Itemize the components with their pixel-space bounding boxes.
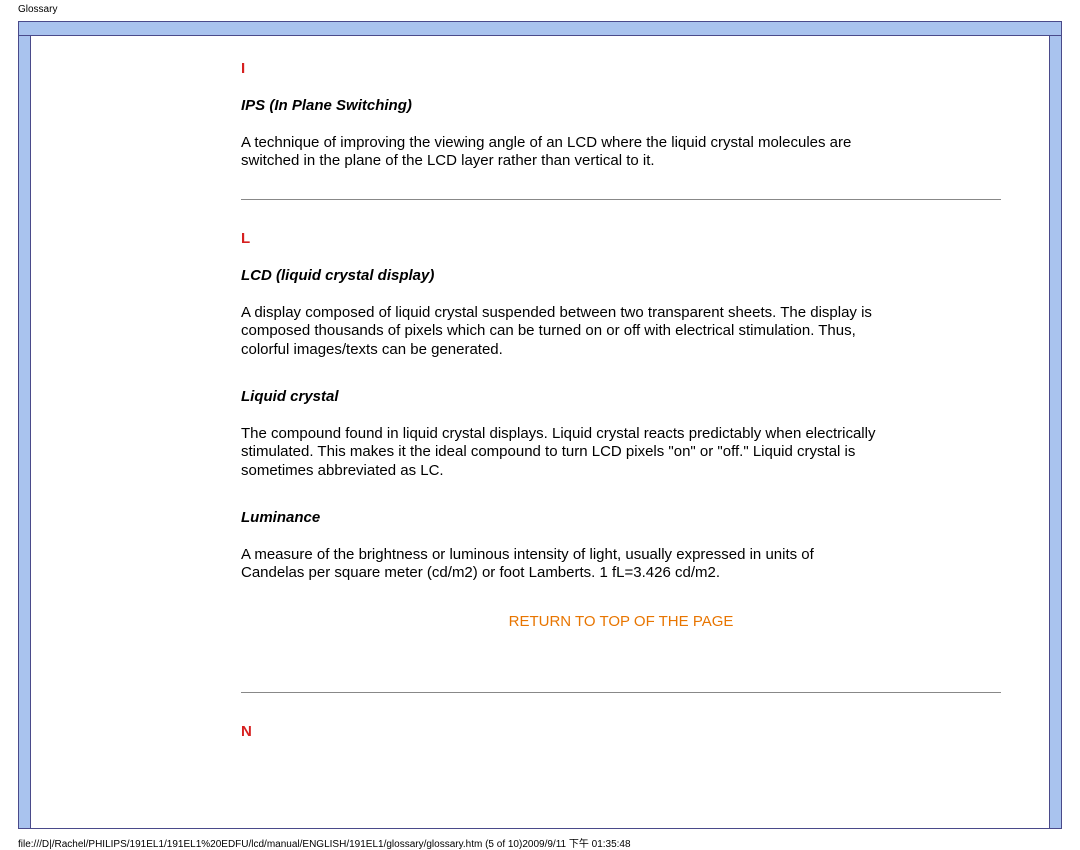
- frame-top-bar: [19, 22, 1061, 36]
- def-liquid-crystal: The compound found in liquid crystal dis…: [241, 425, 881, 481]
- section-letter-i: I: [241, 60, 1001, 79]
- term-liquid-crystal: Liquid crystal: [241, 388, 1001, 407]
- divider: [241, 692, 1001, 693]
- def-lcd: A display composed of liquid crystal sus…: [241, 304, 881, 360]
- section-letter-n: N: [241, 723, 1001, 742]
- term-luminance: Luminance: [241, 509, 1001, 528]
- divider: [241, 199, 1001, 200]
- document-frame: I IPS (In Plane Switching) A technique o…: [18, 21, 1062, 829]
- term-lcd: LCD (liquid crystal display): [241, 267, 1001, 286]
- page-content: I IPS (In Plane Switching) A technique o…: [31, 36, 1049, 828]
- return-to-top-link[interactable]: RETURN TO TOP OF THE PAGE: [241, 613, 1001, 632]
- header-label: Glossary: [0, 0, 1080, 15]
- frame-left-bar: [19, 36, 31, 828]
- footer-path: file:///D|/Rachel/PHILIPS/191EL1/191EL1%…: [0, 829, 1080, 850]
- section-letter-l: L: [241, 230, 1001, 249]
- def-luminance: A measure of the brightness or luminous …: [241, 546, 881, 584]
- frame-right-bar: [1049, 36, 1061, 828]
- def-ips: A technique of improving the viewing ang…: [241, 134, 881, 172]
- term-ips: IPS (In Plane Switching): [241, 97, 1001, 116]
